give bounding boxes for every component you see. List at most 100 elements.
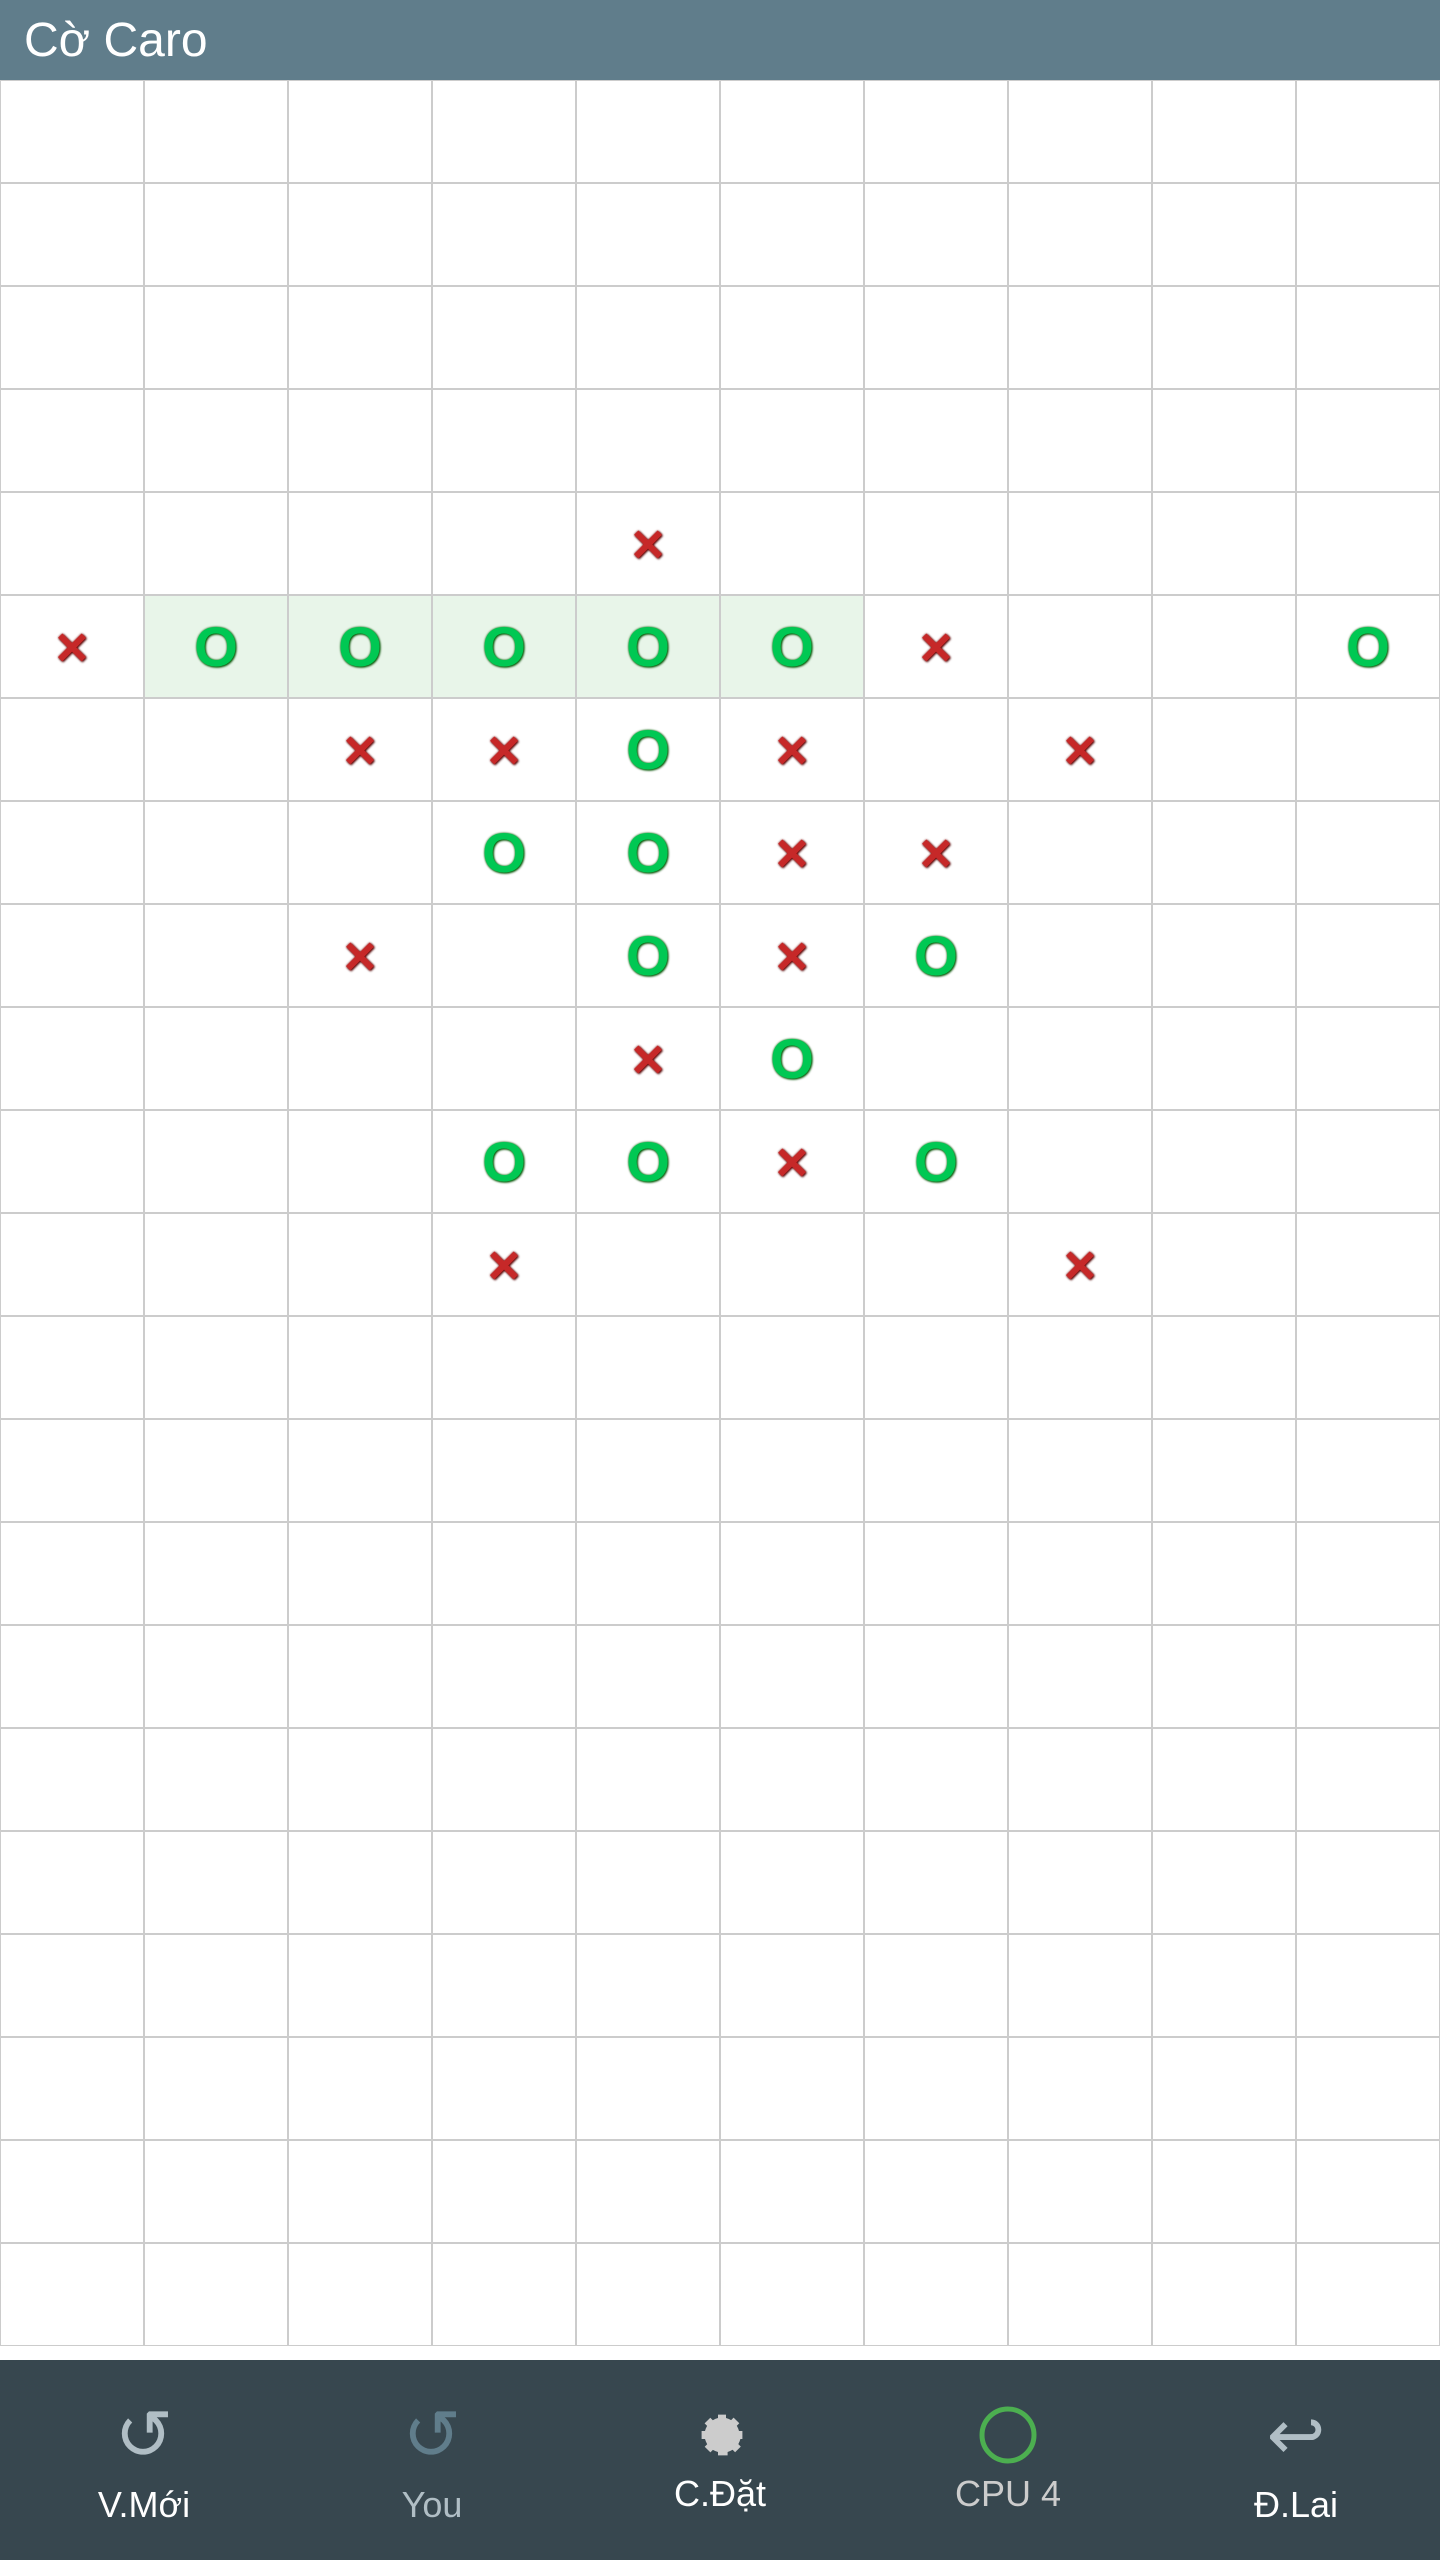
cell[interactable] xyxy=(720,80,864,183)
cell[interactable] xyxy=(1296,389,1440,492)
cell[interactable] xyxy=(1152,595,1296,698)
cell[interactable] xyxy=(0,80,144,183)
cell[interactable] xyxy=(144,801,288,904)
cell[interactable] xyxy=(864,698,1008,801)
cell[interactable]: × xyxy=(720,904,864,1007)
cell[interactable] xyxy=(576,80,720,183)
cell[interactable] xyxy=(864,183,1008,286)
cell[interactable] xyxy=(432,904,576,1007)
cell[interactable] xyxy=(1152,389,1296,492)
cell[interactable] xyxy=(864,1625,1008,1728)
cell[interactable] xyxy=(144,1213,288,1316)
cell[interactable] xyxy=(1008,183,1152,286)
cell[interactable] xyxy=(720,286,864,389)
cell[interactable] xyxy=(1296,1213,1440,1316)
cell[interactable] xyxy=(1152,492,1296,595)
undo-button[interactable]: ↩ Đ.Lai xyxy=(1196,2394,1396,2526)
cell[interactable] xyxy=(864,1934,1008,2037)
cell[interactable] xyxy=(288,2243,432,2346)
cell[interactable] xyxy=(0,2140,144,2243)
cell[interactable] xyxy=(1152,2243,1296,2346)
cell[interactable] xyxy=(288,1728,432,1831)
cell[interactable] xyxy=(0,1007,144,1110)
cell[interactable] xyxy=(144,1007,288,1110)
cell[interactable] xyxy=(0,2243,144,2346)
cell[interactable] xyxy=(288,801,432,904)
cell[interactable] xyxy=(0,801,144,904)
cell[interactable] xyxy=(1152,1110,1296,1213)
cell[interactable] xyxy=(1008,1007,1152,1110)
cell[interactable] xyxy=(576,389,720,492)
cell[interactable] xyxy=(720,1419,864,1522)
cell[interactable] xyxy=(432,389,576,492)
cell[interactable] xyxy=(144,2037,288,2140)
cell[interactable] xyxy=(1152,1625,1296,1728)
cell[interactable] xyxy=(864,2243,1008,2346)
cell[interactable] xyxy=(288,1110,432,1213)
cell[interactable] xyxy=(0,1625,144,1728)
cell[interactable] xyxy=(432,80,576,183)
cell[interactable] xyxy=(0,904,144,1007)
cell[interactable]: O xyxy=(720,1007,864,1110)
cell[interactable] xyxy=(1008,492,1152,595)
cell[interactable] xyxy=(288,1934,432,2037)
cell[interactable] xyxy=(1152,286,1296,389)
cell[interactable] xyxy=(1008,1419,1152,1522)
cell[interactable]: × xyxy=(0,595,144,698)
cell[interactable] xyxy=(1008,2140,1152,2243)
cell[interactable] xyxy=(144,389,288,492)
cell[interactable] xyxy=(144,1934,288,2037)
cell[interactable] xyxy=(576,1934,720,2037)
cell[interactable]: × xyxy=(576,492,720,595)
cell[interactable] xyxy=(432,1419,576,1522)
cell[interactable] xyxy=(1152,698,1296,801)
cell[interactable] xyxy=(0,1934,144,2037)
cell[interactable] xyxy=(1296,2037,1440,2140)
cell[interactable]: O xyxy=(432,1110,576,1213)
cell[interactable] xyxy=(288,389,432,492)
cell[interactable] xyxy=(1008,1110,1152,1213)
cell[interactable]: O xyxy=(1296,595,1440,698)
cell[interactable] xyxy=(1008,1522,1152,1625)
cell[interactable] xyxy=(576,183,720,286)
cell[interactable]: O xyxy=(864,904,1008,1007)
cell[interactable]: O xyxy=(576,698,720,801)
cell[interactable] xyxy=(1296,80,1440,183)
cell[interactable] xyxy=(1296,1522,1440,1625)
cell[interactable] xyxy=(288,1213,432,1316)
cell[interactable] xyxy=(576,1831,720,1934)
cell[interactable] xyxy=(720,389,864,492)
cell[interactable] xyxy=(1008,1625,1152,1728)
cell[interactable] xyxy=(288,1007,432,1110)
cell[interactable] xyxy=(432,286,576,389)
cell[interactable]: O xyxy=(432,801,576,904)
cell[interactable]: × xyxy=(864,595,1008,698)
cell[interactable] xyxy=(864,286,1008,389)
cell[interactable] xyxy=(1008,80,1152,183)
cell[interactable] xyxy=(432,2140,576,2243)
new-game-button[interactable]: ↺ V.Mới xyxy=(44,2394,244,2526)
cell[interactable]: × xyxy=(288,698,432,801)
cell[interactable] xyxy=(0,1728,144,1831)
cell[interactable]: × xyxy=(1008,698,1152,801)
cell[interactable] xyxy=(720,1831,864,1934)
cell[interactable] xyxy=(144,80,288,183)
cell[interactable] xyxy=(576,2037,720,2140)
cell[interactable] xyxy=(1152,904,1296,1007)
cell[interactable] xyxy=(1296,698,1440,801)
cell[interactable] xyxy=(288,1831,432,1934)
cell[interactable] xyxy=(1296,183,1440,286)
cell[interactable] xyxy=(432,1007,576,1110)
cell[interactable] xyxy=(432,2243,576,2346)
cell[interactable]: O xyxy=(576,801,720,904)
cell[interactable] xyxy=(1152,1831,1296,1934)
cell[interactable] xyxy=(576,2140,720,2243)
cell[interactable] xyxy=(576,1625,720,1728)
cell[interactable] xyxy=(288,1419,432,1522)
cell[interactable] xyxy=(432,1728,576,1831)
cell[interactable] xyxy=(576,1419,720,1522)
cell[interactable] xyxy=(576,2243,720,2346)
cell[interactable] xyxy=(1152,1934,1296,2037)
cell[interactable] xyxy=(1152,1316,1296,1419)
cell[interactable] xyxy=(144,1316,288,1419)
